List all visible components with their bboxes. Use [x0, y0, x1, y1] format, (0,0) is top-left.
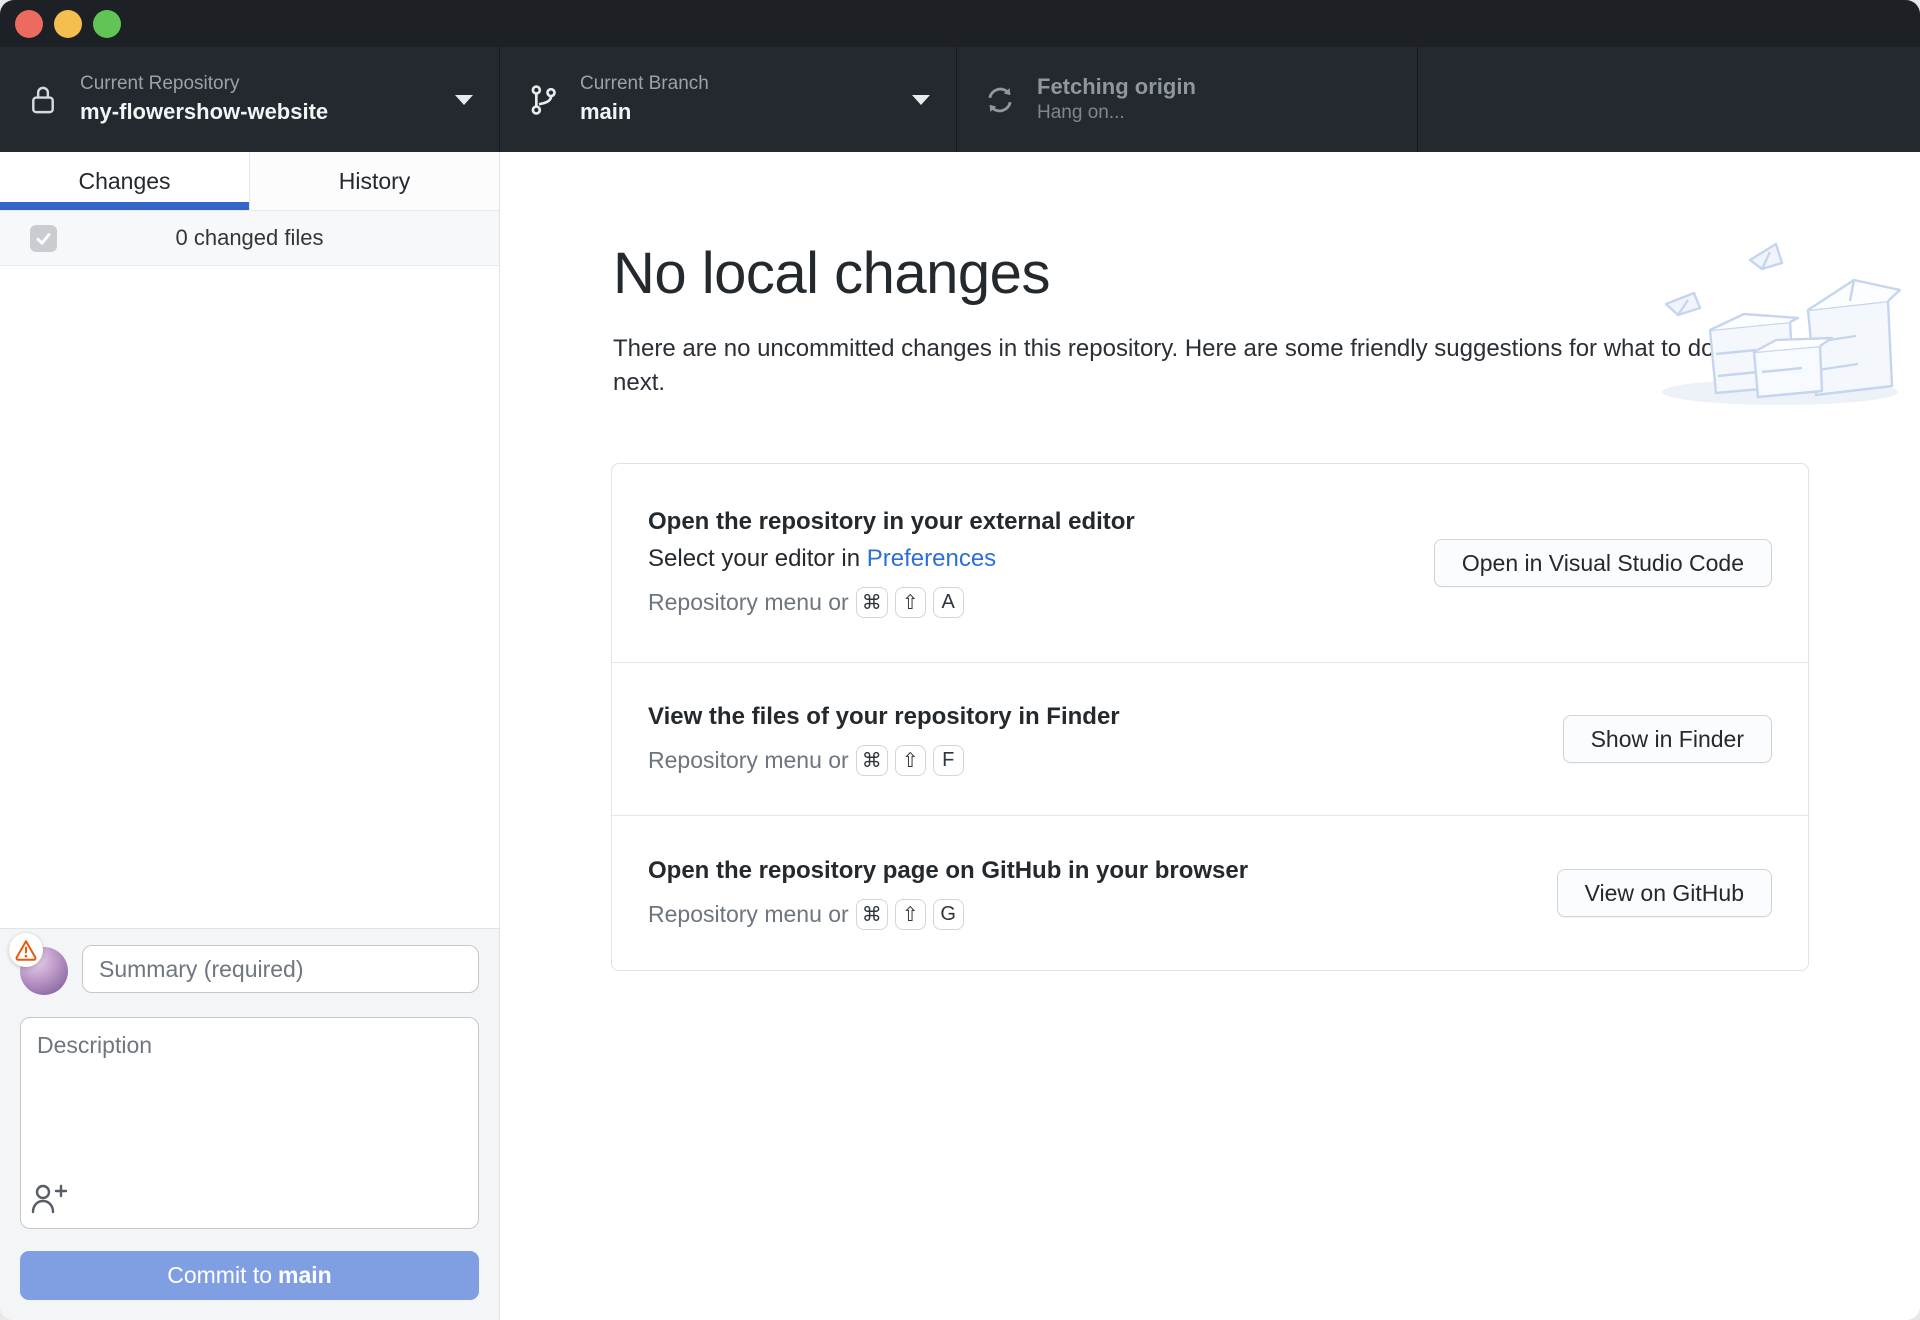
git-branch-icon	[526, 83, 560, 117]
current-repository-dropdown[interactable]: Current Repository my-flowershow-website	[0, 47, 500, 152]
zoom-button[interactable]	[93, 9, 121, 38]
tab-history-label: History	[338, 167, 411, 194]
suggestion-row-finder: View the files of your repository in Fin…	[612, 662, 1808, 815]
branch-name: main	[580, 99, 632, 125]
subtitle-text: Select your editor in	[648, 545, 867, 572]
fetch-label: Fetching origin	[1037, 73, 1196, 99]
changed-files-count: 0 changed files	[175, 225, 324, 250]
commit-button[interactable]: Commit to main	[20, 1251, 479, 1300]
repository-name: my-flowershow-website	[80, 99, 329, 125]
shift-key-icon: ⇧	[894, 587, 926, 618]
shortcut-hint: Repository menu or ⌘ ⇧ F	[648, 744, 1120, 776]
shortcut-hint: Repository menu or ⌘ ⇧ A	[648, 587, 1135, 618]
add-coauthor-icon[interactable]	[29, 1179, 69, 1219]
no-changes-illustration	[1658, 238, 1920, 410]
minimize-button[interactable]	[54, 9, 82, 38]
commit-panel: Commit to main	[0, 928, 499, 1320]
suggestion-row-github: Open the repository page on GitHub in yo…	[612, 815, 1808, 970]
shortcut-label: Repository menu or	[648, 900, 849, 927]
view-on-github-button[interactable]: View on GitHub	[1556, 869, 1772, 917]
suggestion-title: View the files of your repository in Fin…	[648, 702, 1120, 730]
letter-key: F	[932, 744, 964, 776]
github-desktop-window: Current Repository my-flowershow-website…	[0, 0, 1920, 1320]
shortcut-label: Repository menu or	[648, 746, 849, 773]
commit-button-prefix: Commit to	[167, 1262, 273, 1288]
commit-button-branch: main	[278, 1262, 332, 1288]
summary-input[interactable]	[82, 945, 479, 993]
page-title: No local changes	[613, 241, 1050, 306]
fetch-status: Hang on...	[1037, 102, 1125, 124]
chevron-down-icon	[912, 94, 930, 105]
sidebar: Changes History 0 changed files Summary …	[0, 152, 500, 1320]
suggestion-title: Open the repository in your external edi…	[648, 508, 1135, 535]
suggestion-subtitle: Select your editor in Preferences	[648, 545, 1135, 573]
show-in-finder-button[interactable]: Show in Finder	[1562, 715, 1772, 763]
fetch-origin-button[interactable]: Fetching origin Hang on...	[957, 47, 1418, 152]
open-in-editor-button[interactable]: Open in Visual Studio Code	[1433, 539, 1772, 587]
tab-history[interactable]: History	[249, 152, 499, 210]
letter-key: G	[932, 898, 964, 930]
changed-files-row: 0 changed files	[0, 211, 499, 266]
chevron-down-icon	[455, 94, 473, 105]
tab-changes-label: Changes	[78, 167, 171, 194]
active-tab-indicator	[0, 202, 249, 210]
branch-label: Current Branch	[580, 73, 709, 95]
sync-icon	[983, 83, 1017, 117]
main-content: No local changes There are no uncommitte…	[500, 152, 1920, 1320]
cmd-key-icon: ⌘	[855, 898, 888, 930]
cmd-key-icon: ⌘	[855, 744, 888, 776]
page-subtitle: There are no uncommitted changes in this…	[613, 335, 1715, 396]
suggestion-row-editor: Open the repository in your external edi…	[612, 464, 1808, 662]
shortcut-label: Repository menu or	[648, 589, 849, 615]
close-button[interactable]	[15, 9, 43, 38]
sidebar-tabs: Changes History	[0, 152, 499, 211]
titlebar	[0, 0, 1920, 47]
shortcut-hint: Repository menu or ⌘ ⇧ G	[648, 898, 1248, 930]
suggestions-card: Open the repository in your external edi…	[611, 463, 1809, 971]
cmd-key-icon: ⌘	[855, 587, 888, 618]
shift-key-icon: ⇧	[894, 898, 926, 930]
warning-icon[interactable]	[9, 933, 43, 967]
repository-label: Current Repository	[80, 73, 240, 95]
preferences-link[interactable]: Preferences	[867, 545, 996, 572]
description-input[interactable]	[20, 1017, 479, 1229]
shift-key-icon: ⇧	[894, 744, 926, 776]
letter-key: A	[932, 587, 964, 618]
tab-changes[interactable]: Changes	[0, 152, 249, 210]
select-all-checkbox[interactable]	[30, 225, 57, 252]
lock-icon	[26, 83, 60, 117]
current-branch-dropdown[interactable]: Current Branch main	[500, 47, 957, 152]
toolbar: Current Repository my-flowershow-website…	[0, 47, 1920, 152]
suggestion-title: Open the repository page on GitHub in yo…	[648, 856, 1249, 884]
